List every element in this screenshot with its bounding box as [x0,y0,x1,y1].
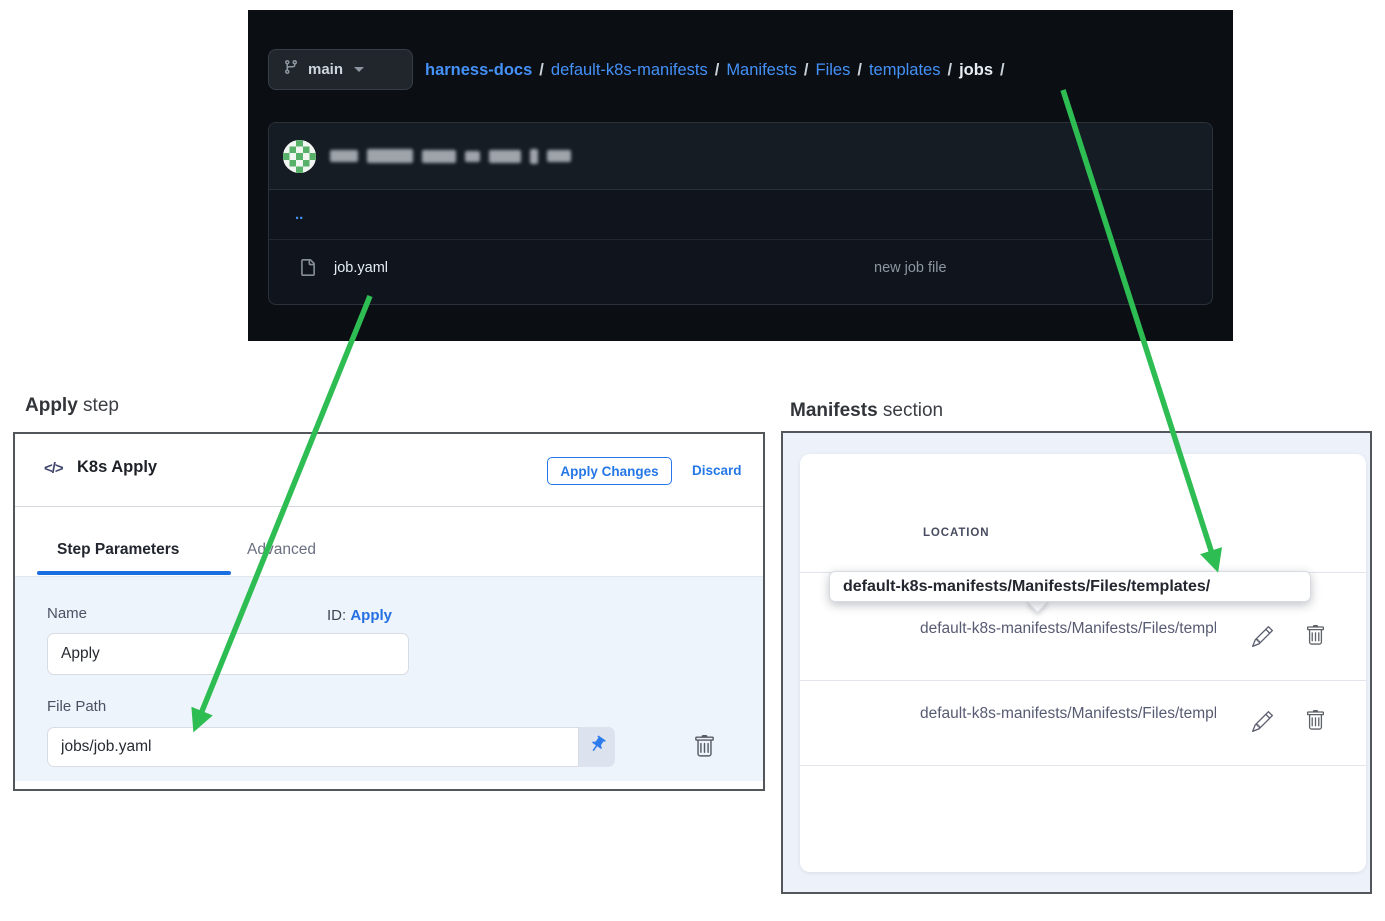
parent-directory-link[interactable]: .. [295,206,303,223]
edit-manifest-button[interactable] [1252,711,1273,732]
apply-changes-button[interactable]: Apply Changes [547,457,672,485]
step-tabs: Step Parameters Advanced [15,507,763,577]
breadcrumb-dir-jobs-current: jobs [959,61,993,80]
location-tooltip: default-k8s-manifests/Manifests/Files/te… [829,571,1311,602]
location-column-header: LOCATION [923,527,989,539]
row-divider [800,680,1366,681]
delete-file-path-button[interactable] [693,735,716,758]
delete-manifest-button[interactable] [1305,710,1326,731]
tab-advanced[interactable]: Advanced [247,541,316,559]
file-table: .. job.yaml new job file [268,122,1213,305]
edit-manifest-button[interactable] [1252,626,1273,647]
branch-selector[interactable]: main [268,49,413,90]
step-id-line: ID: Apply [327,607,392,624]
name-input[interactable] [47,633,409,675]
avatar [283,140,316,173]
manifest-row-location: default-k8s-manifests/Manifests/Files/te… [920,620,1216,642]
github-file-browser: main harness-docs / default-k8s-manifest… [248,10,1233,341]
trash-icon [693,746,716,761]
git-branch-icon [283,59,299,80]
id-prefix: ID: [327,607,346,624]
breadcrumb-dir-manifests[interactable]: Manifests [726,61,797,80]
pin-icon [588,735,607,759]
manifests-section-caption: Manifests section [790,400,943,422]
apply-step-panel: </> K8s Apply Apply Changes Discard Step… [13,432,765,791]
step-header: </> K8s Apply Apply Changes Discard [15,434,763,507]
row-divider [800,765,1366,766]
tab-step-parameters[interactable]: Step Parameters [57,541,179,559]
commit-message-link[interactable]: new job file [874,260,947,276]
file-path-field-label: File Path [47,698,106,715]
table-row-job-yaml[interactable]: job.yaml new job file [269,239,1212,295]
breadcrumb-separator: / [857,61,862,80]
file-path-input[interactable] [47,727,579,767]
breadcrumb-dir-templates[interactable]: templates [869,61,941,80]
pin-fixed-value-button[interactable] [579,727,615,767]
manifests-caption-bold: Manifests [790,400,878,421]
parent-directory-row[interactable]: .. [269,190,1212,239]
code-step-icon: </> [44,460,63,477]
breadcrumb-separator: / [804,61,809,80]
manifests-section-panel: LOCATION default-k8s-manifests/Manifests… [781,431,1372,894]
breadcrumb-separator: / [715,61,720,80]
file-icon [299,259,316,276]
id-value-link[interactable]: Apply [350,607,392,624]
discard-button[interactable]: Discard [692,463,742,478]
file-name-link[interactable]: job.yaml [334,260,388,276]
breadcrumb-separator: / [948,61,953,80]
breadcrumb-separator: / [1000,61,1005,80]
breadcrumb-dir-files[interactable]: Files [816,61,851,80]
manifests-caption-rest: section [878,400,943,421]
breadcrumb-separator: / [539,61,544,80]
step-parameters-form: Name ID: Apply File Path [15,577,763,781]
screenshot-root: main harness-docs / default-k8s-manifest… [0,0,1385,921]
apply-step-caption-rest: step [78,395,119,416]
latest-commit-row[interactable] [269,123,1212,190]
delete-manifest-button[interactable] [1305,625,1326,646]
breadcrumb-dir-default-k8s-manifests[interactable]: default-k8s-manifests [551,61,708,80]
branch-name: main [308,61,343,78]
breadcrumb-repo[interactable]: harness-docs [425,61,532,80]
apply-step-caption: Apply step [25,395,119,417]
redacted-commit-text [330,149,571,164]
apply-step-caption-bold: Apply [25,395,78,416]
breadcrumb: harness-docs / default-k8s-manifests / M… [425,58,1005,82]
chevron-down-icon [354,67,364,72]
step-title: K8s Apply [77,458,157,477]
manifest-row-location: default-k8s-manifests/Manifests/Files/te… [920,705,1216,727]
active-tab-underline [37,571,231,575]
name-field-label: Name [47,605,87,622]
manifests-table-card: LOCATION default-k8s-manifests/Manifests… [800,454,1366,872]
